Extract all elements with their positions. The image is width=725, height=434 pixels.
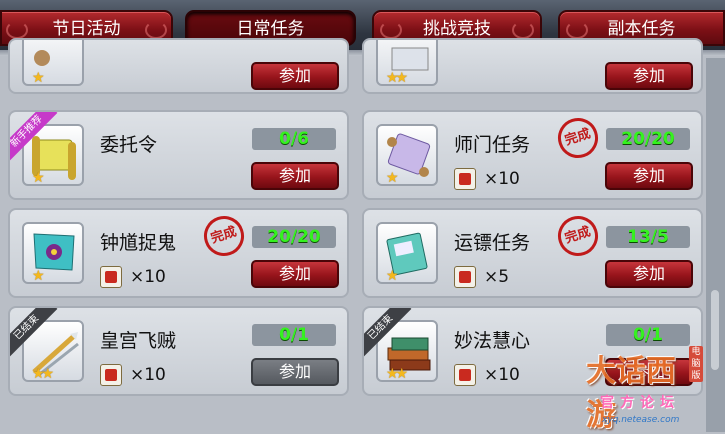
tab-label: 挑战竞技 xyxy=(423,19,491,39)
watermark-subtitle: 官方论坛 xyxy=(600,395,680,411)
task-card-huanggong: 已结束 ★★ 皇宫飞贼 0/1 ×10 参加 xyxy=(8,306,349,396)
star-rating: ★ xyxy=(386,268,398,284)
join-button[interactable]: 参加 xyxy=(251,62,339,90)
task-progress: 0/6 xyxy=(252,128,336,150)
task-card-partial-right: ★★ 参加 xyxy=(362,38,703,94)
task-card-partial-left: ★ 参加 xyxy=(8,38,349,94)
task-card-yunbiao: ★ 运镖任务 完成 13/5 ×5 参加 xyxy=(362,208,703,298)
reward-scroll-icon xyxy=(454,266,476,288)
reward-scroll-icon xyxy=(454,168,476,190)
task-card-weituoling: 新手推荐 ★ 委托令 0/6 参加 xyxy=(8,110,349,200)
scroll-track[interactable] xyxy=(706,58,725,432)
join-button[interactable]: 参加 xyxy=(605,62,693,90)
reward-quantity: ×10 xyxy=(484,169,520,189)
reward-quantity: ×5 xyxy=(484,267,510,287)
join-button[interactable]: 参加 xyxy=(251,260,339,288)
task-name: 委托令 xyxy=(100,134,158,156)
star-rating: ★ xyxy=(386,170,398,186)
tab-label: 副本任务 xyxy=(607,19,676,39)
task-progress: 20/20 xyxy=(606,128,690,150)
completed-stamp: 完成 xyxy=(552,112,604,164)
reward-quantity: ×10 xyxy=(484,365,520,385)
task-card-shimen: ★ 师门任务 完成 20/20 ×10 参加 xyxy=(362,110,703,200)
task-name: 皇宫飞贼 xyxy=(100,330,177,352)
tab-label: 日常任务 xyxy=(236,19,305,39)
watermark-tag: 电脑版 xyxy=(689,346,703,382)
star-rating: ★★ xyxy=(386,70,408,86)
join-button[interactable]: 参加 xyxy=(251,162,339,190)
join-button[interactable]: 参加 xyxy=(605,260,693,288)
join-button[interactable]: 参加 xyxy=(251,358,339,386)
task-name: 运镖任务 xyxy=(454,232,531,254)
completed-stamp: 完成 xyxy=(198,210,250,262)
task-name: 钟馗捉鬼 xyxy=(100,232,177,254)
forum-watermark: 大话西游 电脑版 官方论坛 xyq.netease.com xyxy=(584,340,703,433)
star-rating: ★ xyxy=(32,268,44,284)
join-button[interactable]: 参加 xyxy=(605,162,693,190)
reward-quantity: ×10 xyxy=(130,365,166,385)
task-progress: 20/20 xyxy=(252,226,336,248)
task-progress: 13/5 xyxy=(606,226,690,248)
task-card-zhongkui: ★ 钟馗捉鬼 完成 20/20 ×10 参加 xyxy=(8,208,349,298)
reward-scroll-icon xyxy=(100,266,122,288)
star-rating: ★ xyxy=(32,170,44,186)
completed-stamp: 完成 xyxy=(552,210,604,262)
star-rating: ★★ xyxy=(386,366,408,382)
task-name: 师门任务 xyxy=(454,134,531,156)
star-rating: ★★ xyxy=(32,366,54,382)
reward-scroll-icon xyxy=(454,364,476,386)
task-progress: 0/1 xyxy=(252,324,336,346)
reward-quantity: ×10 xyxy=(130,267,166,287)
tab-label: 节日活动 xyxy=(52,19,121,39)
watermark-url: xyq.netease.com xyxy=(602,415,680,425)
task-name: 妙法慧心 xyxy=(454,330,531,352)
reward-scroll-icon xyxy=(100,364,122,386)
scrollbar-thumb[interactable] xyxy=(711,290,719,370)
star-rating: ★ xyxy=(32,70,44,86)
